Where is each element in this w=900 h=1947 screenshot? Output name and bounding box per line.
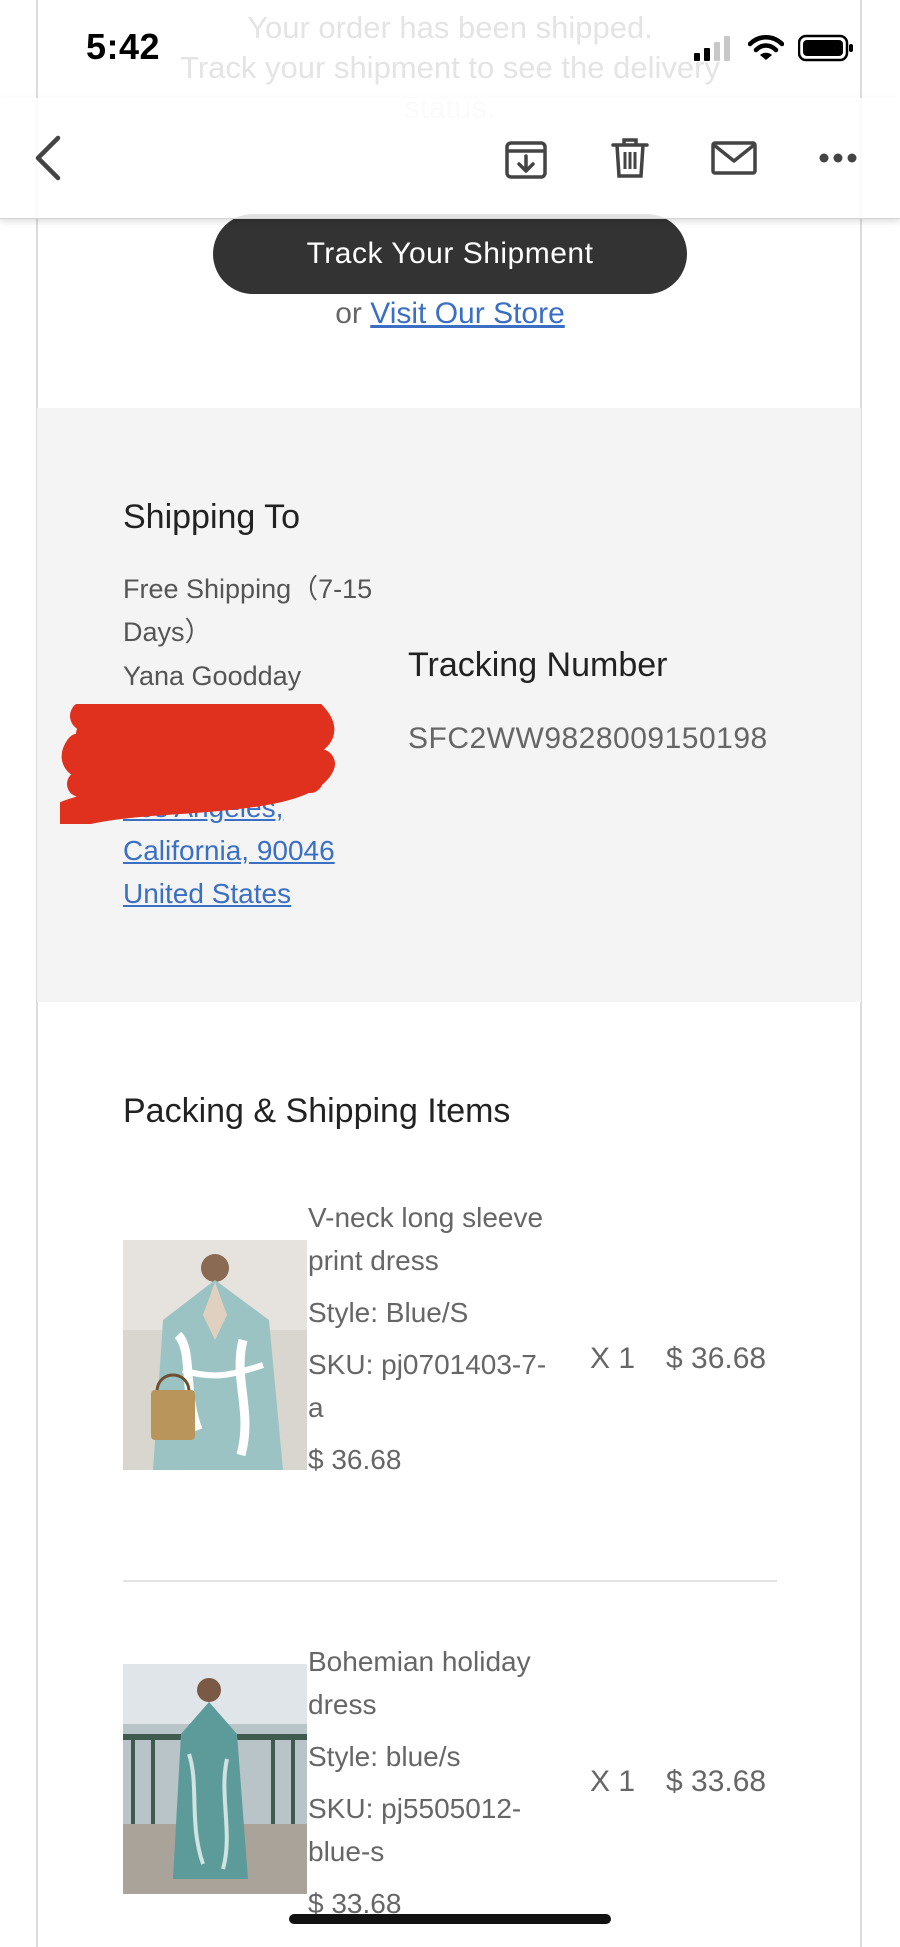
email-toolbar — [0, 98, 900, 219]
item-quantity: X 1 — [590, 1342, 636, 1375]
recipient-name: Yana Goodday — [123, 661, 302, 691]
item-details: V-neck long sleeve print dress Style: Bl… — [308, 1196, 548, 1490]
visit-store-link[interactable]: Visit Our Store — [370, 297, 565, 330]
item-name: Bohemian holiday dress — [308, 1646, 531, 1720]
tracking-number: SFC2WW9828009150198 — [408, 722, 768, 755]
item-sku: SKU: pj5505012-blue-s — [308, 1793, 522, 1867]
shipping-to-heading: Shipping To — [123, 498, 301, 536]
item-total: $ 36.68 — [666, 1342, 767, 1375]
status-time: 5:42 — [86, 26, 161, 67]
items-heading: Packing & Shipping Items — [123, 1092, 511, 1130]
archive-download-icon — [505, 141, 547, 179]
item-quantity: X 1 — [590, 1765, 636, 1798]
status-icons — [694, 34, 854, 62]
home-indicator[interactable] — [289, 1914, 611, 1924]
item-details: Bohemian holiday dress Style: blue/s SKU… — [308, 1640, 548, 1934]
or-text: or — [335, 297, 362, 330]
item-style: Style: Blue/S — [308, 1297, 469, 1328]
item-divider — [123, 1580, 777, 1582]
mark-unread-button[interactable] — [704, 128, 764, 188]
track-shipment-button[interactable]: Track Your Shipment — [213, 214, 687, 294]
archive-button[interactable] — [496, 128, 556, 188]
wifi-icon — [748, 35, 784, 60]
dress-photo — [123, 1240, 307, 1470]
chevron-left-icon — [35, 135, 61, 181]
product-image-dress-1[interactable] — [123, 1240, 307, 1470]
back-button[interactable] — [18, 128, 78, 188]
more-options-button[interactable] — [808, 128, 868, 188]
address-line[interactable]: United States — [123, 872, 383, 915]
address-line[interactable]: California, 90046 — [123, 829, 383, 872]
store-link-line: or Visit Our Store — [0, 297, 900, 331]
battery-icon — [798, 34, 853, 62]
item-style: Style: blue/s — [308, 1741, 461, 1772]
redaction-scribble — [60, 704, 335, 824]
item-unit-price: $ 36.68 — [308, 1444, 402, 1475]
cellular-signal-icon — [694, 36, 730, 61]
item-name: V-neck long sleeve print dress — [308, 1202, 544, 1276]
status-bar: 5:42 — [0, 0, 900, 98]
trash-icon — [611, 138, 649, 178]
item-total: $ 33.68 — [666, 1765, 767, 1798]
tracking-number-heading: Tracking Number — [408, 646, 668, 684]
product-image-dress-2[interactable] — [123, 1664, 307, 1894]
delete-button[interactable] — [600, 128, 660, 188]
ellipsis-icon — [819, 153, 857, 163]
dress-photo — [123, 1664, 307, 1894]
envelope-icon — [711, 141, 757, 175]
item-sku: SKU: pj0701403-7-a — [308, 1349, 547, 1423]
shipping-method: Free Shipping（7-15 Days） — [123, 574, 373, 647]
